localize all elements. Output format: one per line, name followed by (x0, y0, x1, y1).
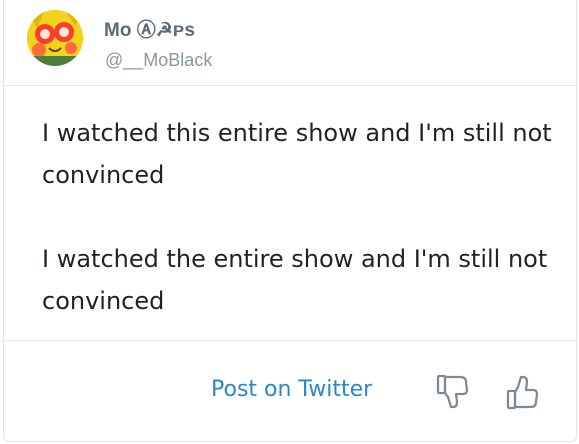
tweet-paragraph: I watched this entire show and I'm still… (42, 119, 552, 189)
tweet-paragraph: I watched the entire show and I'm still … (42, 245, 548, 315)
tweet-card: Mo Ⓐ☭ᴘs @__MoBlack I watched this entire… (3, 0, 578, 442)
tweet-footer: Post on Twitter (4, 340, 578, 442)
thumbs-up-icon[interactable] (503, 372, 541, 412)
avatar[interactable] (27, 10, 83, 66)
thumbs-down-icon[interactable] (434, 372, 472, 412)
post-on-twitter-link[interactable]: Post on Twitter (211, 377, 372, 402)
tweet-body: I watched this entire show and I'm still… (42, 112, 552, 364)
author-display-name[interactable]: Mo Ⓐ☭ᴘs (104, 15, 195, 42)
pikachu-avatar-icon (27, 10, 83, 66)
author-handle[interactable]: @__MoBlack (105, 50, 212, 71)
tweet-header: Mo Ⓐ☭ᴘs @__MoBlack (4, 0, 578, 86)
